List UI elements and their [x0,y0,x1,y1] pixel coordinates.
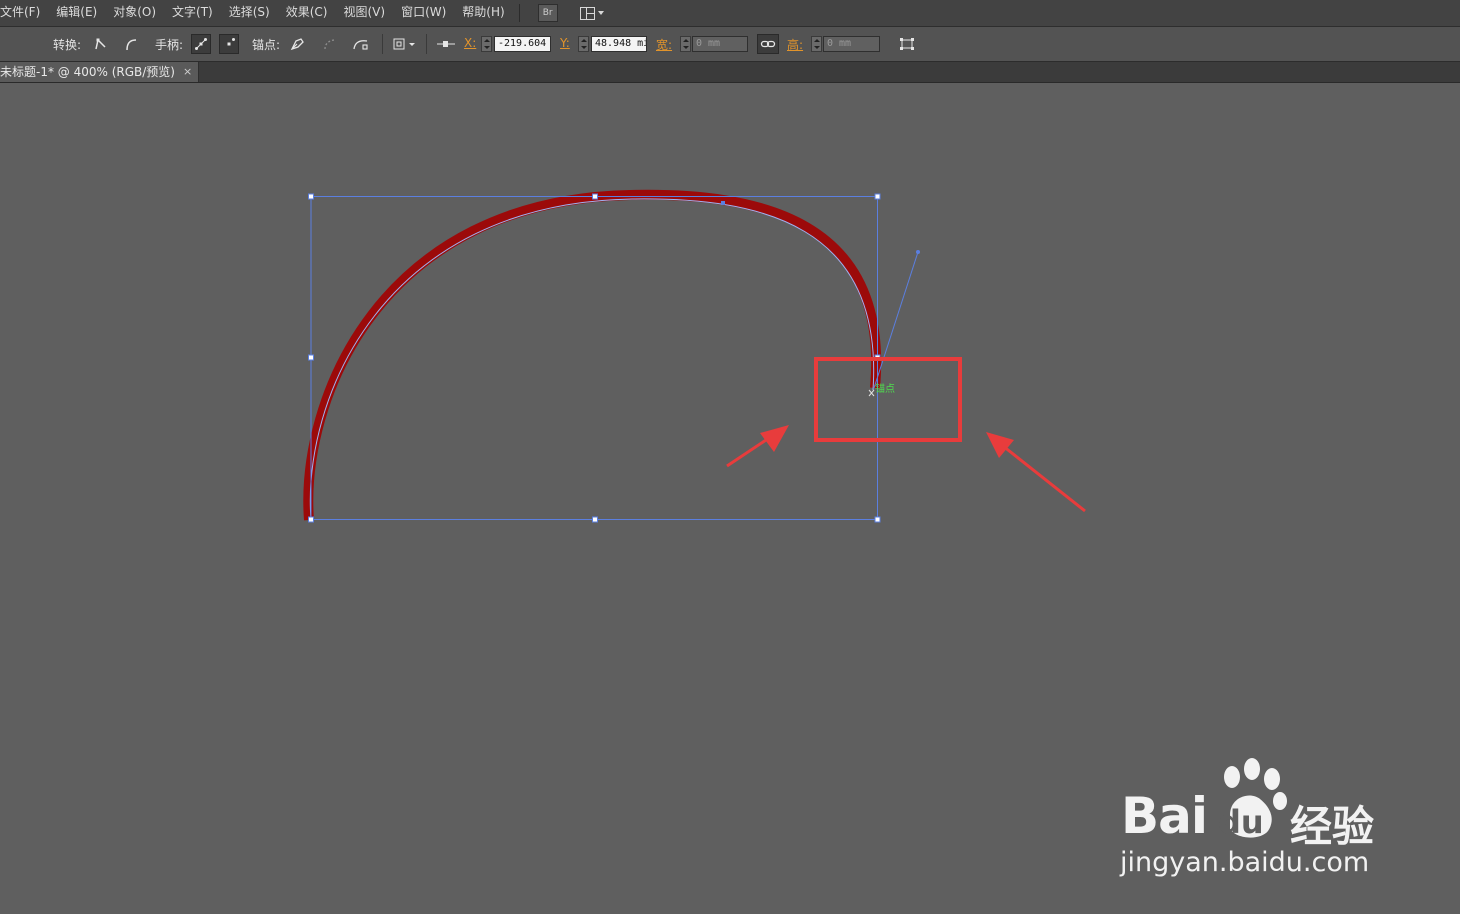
highlight-box [814,357,962,442]
anchor-tooltip: 锚点 [875,383,895,395]
toolbar-separator [382,34,383,54]
menu-select[interactable]: 选择(S) [221,0,278,26]
menu-bar: 文件(F) 编辑(E) 对象(O) 文字(T) 选择(S) 效果(C) 视图(V… [0,0,1460,27]
menu-separator [518,4,520,22]
menu-edit[interactable]: 编辑(E) [48,0,105,26]
handles-label: 手柄: [155,38,184,52]
handle-top-left [308,193,314,200]
direction-handle-line [873,251,919,389]
menu-file[interactable]: 文件(F) [0,0,48,26]
bounding-box [310,196,878,520]
convert-to-smooth-icon[interactable] [121,34,141,54]
cursor-icon [868,389,875,397]
remove-anchor-icon[interactable] [288,34,308,54]
y-label: Y: [560,36,570,50]
convert-label: 转换: [53,38,82,52]
workspace-layout-button[interactable] [579,6,604,20]
left-arrow-annotation [726,425,789,468]
handle-bottom-left [308,516,314,523]
y-field[interactable]: 48.948 mi [591,36,647,52]
handle-top-middle [592,193,598,200]
link-icon[interactable] [757,34,779,54]
x-label: X: [464,36,477,50]
toolbar-separator [426,34,427,54]
close-icon[interactable]: × [183,62,192,82]
height-field[interactable]: 0 mm [823,36,880,52]
bounding-handles[interactable] [308,193,881,523]
connect-endpoints-icon[interactable] [320,34,340,54]
chevron-down-icon [597,11,604,15]
handle-bottom-middle [592,516,598,523]
menu-object[interactable]: 对象(O) [105,0,164,26]
height-spinner[interactable] [811,36,822,52]
anchors-label: 锚点: [252,38,281,52]
document-tab-title: 未标题-1* @ 400% (RGB/预览) [0,65,175,79]
hide-handles-icon[interactable] [219,34,239,54]
document-tab-bar: 未标题-1* @ 400% (RGB/预览) × [0,62,1460,83]
handle-bottom-right [874,516,881,523]
direction-handle-point[interactable] [916,250,920,254]
document-tab[interactable]: 未标题-1* @ 400% (RGB/预览) × [0,62,199,82]
right-arrow-annotation [986,432,1086,513]
menu-view[interactable]: 视图(V) [335,0,393,26]
selected-path[interactable] [309,198,875,521]
height-label: 高: [787,38,804,52]
watermark-brand-suffix: du [1218,803,1264,841]
width-spinner[interactable] [680,36,691,52]
align-anchor-icon[interactable] [434,34,458,54]
watermark-brand: Bai [1121,787,1208,845]
watermark-chinese: 经验 [1290,802,1375,851]
cut-path-icon[interactable] [351,34,371,54]
baidu-jingyan-watermark: Bai du 经验 jingyan.baidu.com [1115,755,1390,885]
transform-icon[interactable] [897,34,917,54]
anchor-point[interactable] [721,201,725,205]
menu-window[interactable]: 窗口(W) [393,0,454,26]
y-spinner[interactable] [578,36,589,52]
width-label: 宽: [656,38,673,52]
control-bar: 转换: 手柄: 锚点: X: -219.604 Y: 48.948 mi 宽: … [0,27,1460,62]
menu-help[interactable]: 帮助(H) [454,0,512,26]
layout-grid-icon [579,6,595,20]
x-spinner[interactable] [481,36,492,52]
watermark-url: jingyan.baidu.com [1120,847,1370,878]
handle-top-right [874,193,881,200]
red-arc-stroke[interactable] [303,189,882,521]
reference-point-button[interactable] [391,34,419,54]
bridge-button[interactable]: Br [537,4,558,22]
show-handles-icon[interactable] [191,34,211,54]
width-field[interactable]: 0 mm [692,36,748,52]
convert-to-corner-icon[interactable] [90,34,110,54]
menu-type[interactable]: 文字(T) [164,0,221,26]
handle-middle-left [308,354,314,361]
menu-effect[interactable]: 效果(C) [278,0,336,26]
x-field[interactable]: -219.604 [494,36,551,52]
